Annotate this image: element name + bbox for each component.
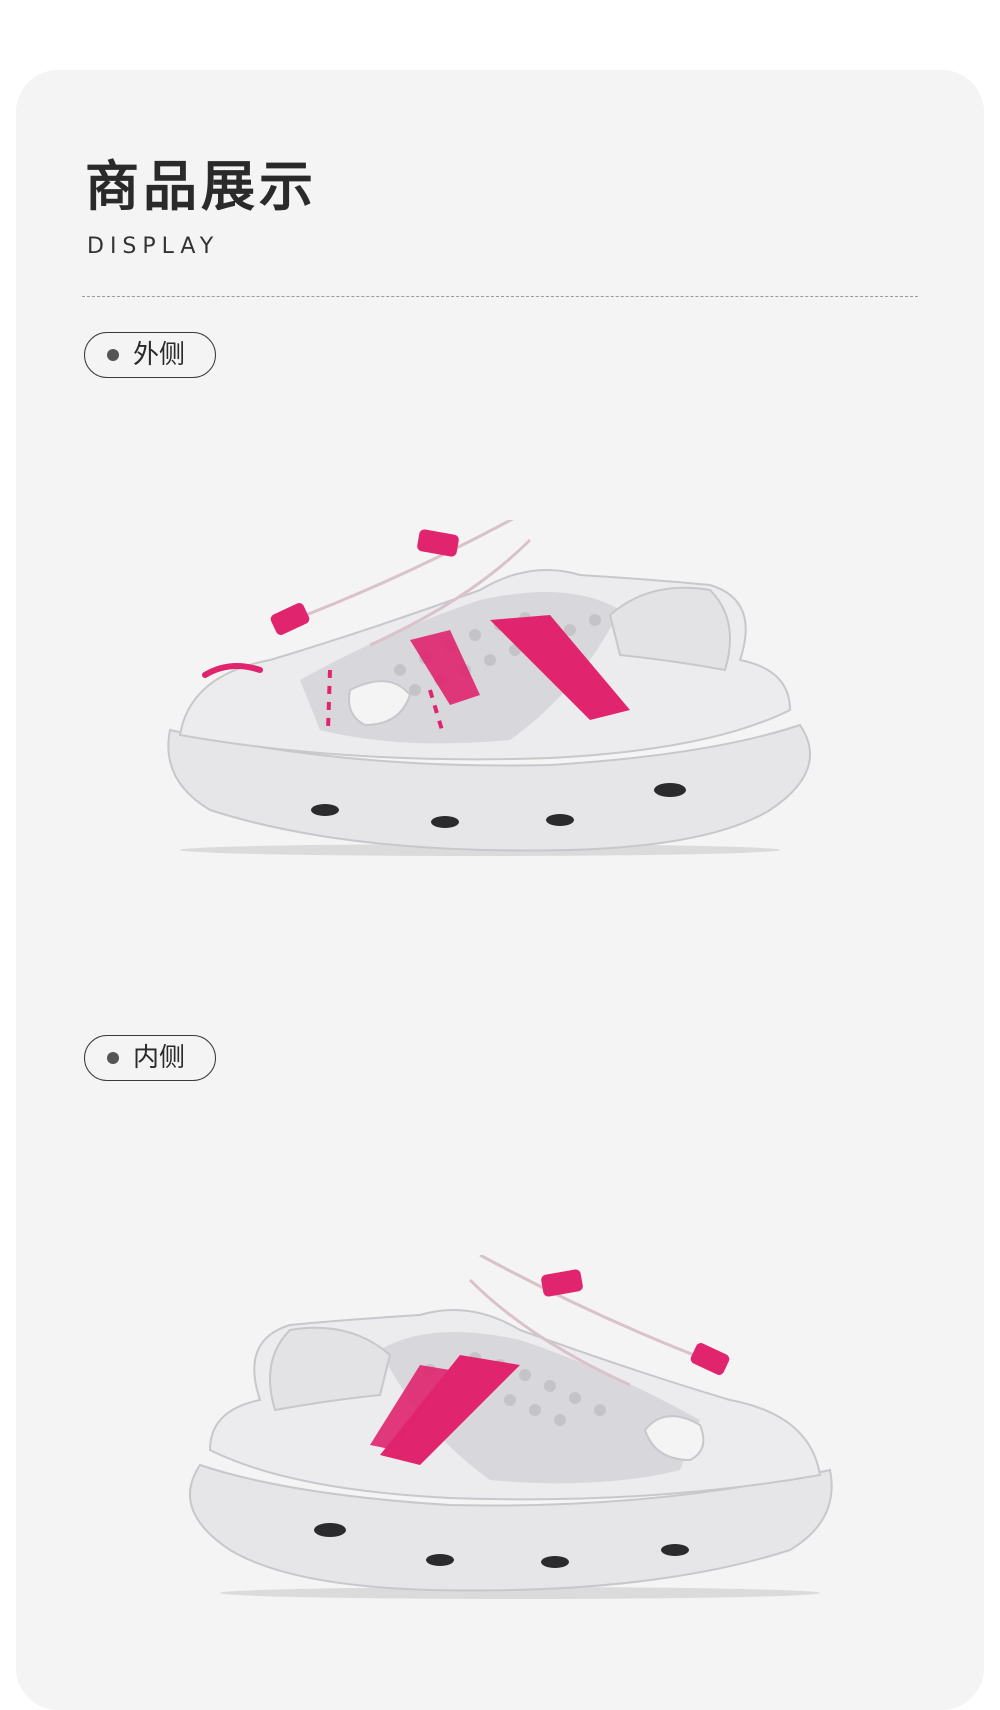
outer-side-tag: 外侧 [84, 332, 216, 378]
inner-side-label: 内侧 [133, 1043, 186, 1073]
outer-side-label: 外侧 [133, 340, 186, 370]
inner-side-tag: 内侧 [84, 1035, 216, 1081]
bullet-dot-icon [107, 349, 119, 361]
bullet-dot-icon [107, 1052, 119, 1064]
shoe-outer-side-image [167, 520, 811, 856]
section-subtitle: DISPLAY [87, 234, 220, 259]
section-title: 商品展示 [85, 155, 317, 218]
dashed-divider [82, 296, 918, 297]
shoe-inner-side-image [189, 1255, 833, 1599]
